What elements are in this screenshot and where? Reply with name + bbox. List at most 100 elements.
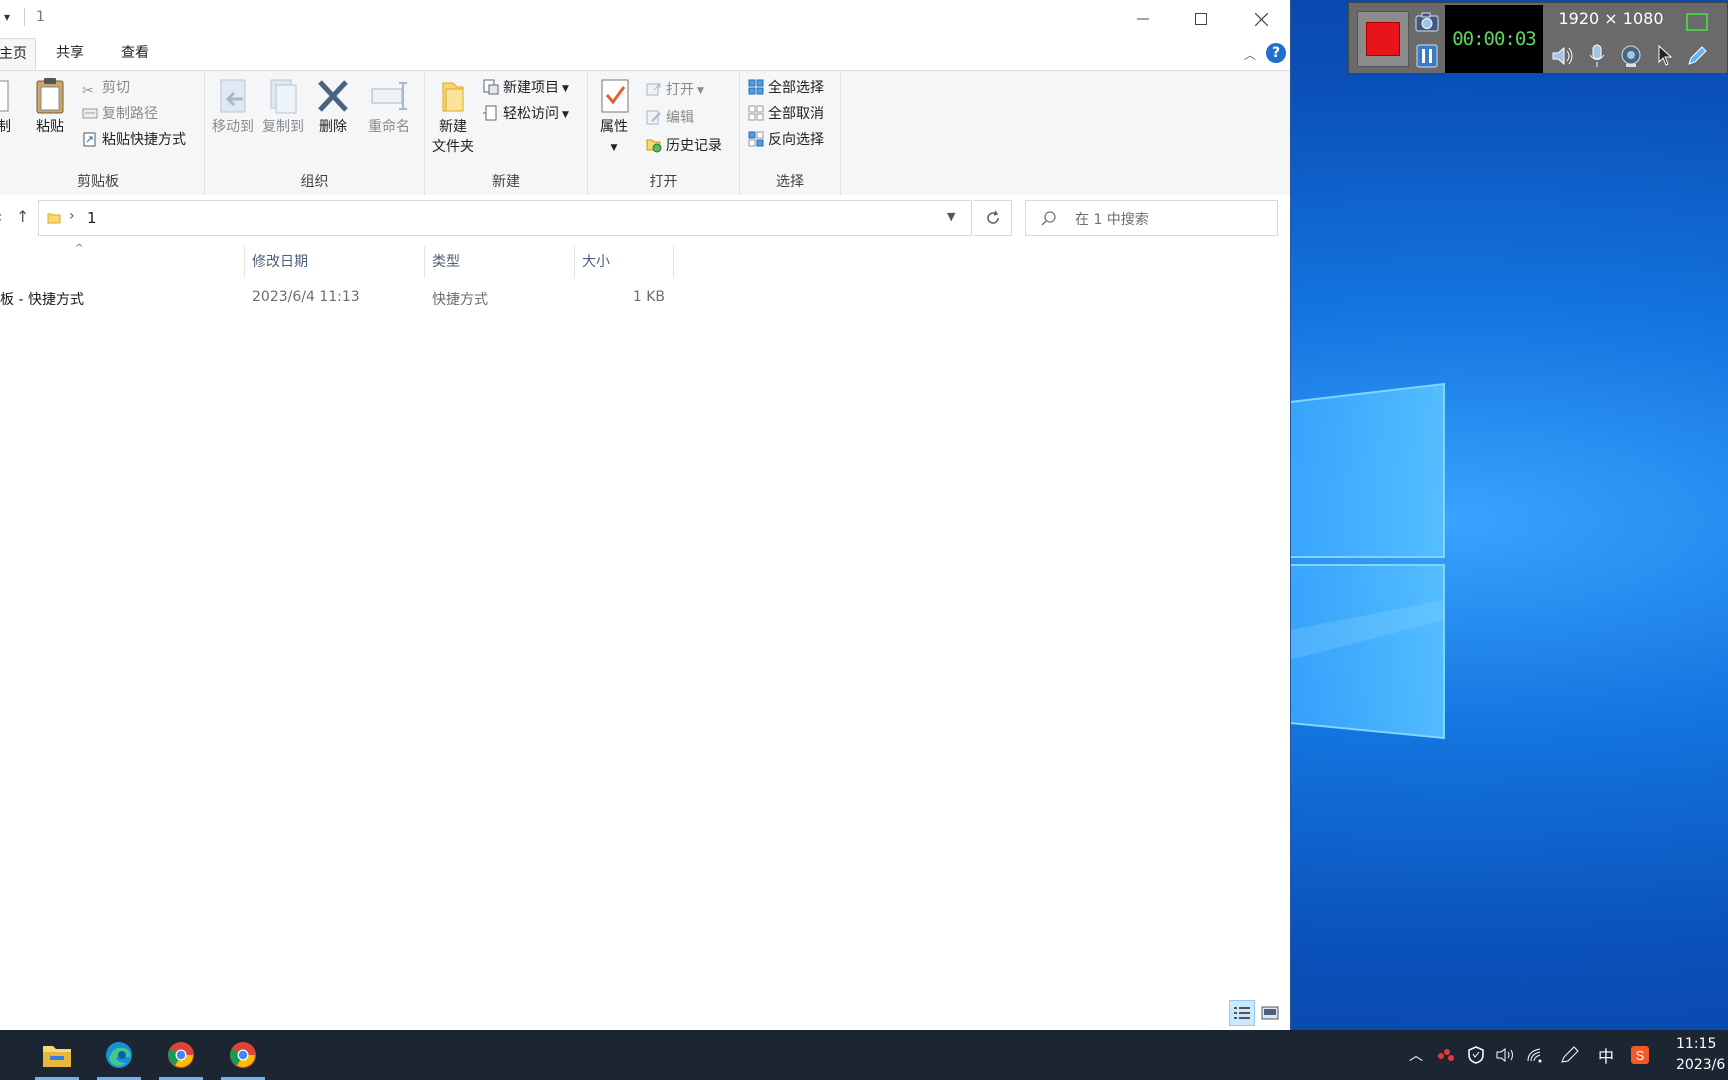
open-button[interactable]: 打开 ▼ <box>646 79 704 101</box>
paste-button[interactable]: 粘贴 <box>32 77 68 137</box>
select-none-button[interactable]: 全部取消 <box>748 103 824 125</box>
maximize-button[interactable] <box>1172 0 1230 38</box>
close-button[interactable] <box>1232 0 1290 38</box>
easy-access-button[interactable]: 轻松访问 ▼ <box>483 103 569 125</box>
tab-home[interactable]: 主页 <box>0 38 36 71</box>
details-view-button[interactable] <box>1229 1000 1255 1026</box>
column-modified[interactable]: 修改日期 <box>252 251 308 271</box>
speaker-toggle[interactable] <box>1548 41 1578 71</box>
volume-icon[interactable] <box>1494 1043 1518 1067</box>
group-label-open: 打开 <box>649 174 678 190</box>
pause-button[interactable] <box>1412 41 1442 71</box>
show-hidden-icons-chevron-icon[interactable]: ︿ <box>1404 1043 1428 1067</box>
refresh-icon <box>986 210 999 224</box>
column-divider[interactable] <box>673 246 674 278</box>
column-divider[interactable] <box>424 246 425 278</box>
group-clipboard: 制 粘贴 ✂剪切 复制路径 粘贴快捷方式 剪贴板 <box>0 71 205 195</box>
cursor-toggle[interactable] <box>1650 41 1680 71</box>
ribbon-tabs: 主页 共享 查看 ︿ ? <box>0 38 1290 71</box>
chrome-icon <box>230 1042 256 1068</box>
collapse-ribbon-icon[interactable]: ︿ <box>1244 46 1256 63</box>
taskbar: ︿ 中 S 11:15 2023/6 <box>0 1030 1728 1080</box>
group-select: 全部选择 全部取消 反向选择 选择 <box>740 71 841 195</box>
breadcrumb-chevron-icon[interactable]: › <box>69 208 75 224</box>
new-item-button[interactable]: 新建项目 ▼ <box>483 77 569 99</box>
address-bar[interactable]: › 1 ▼ <box>38 200 972 236</box>
cut-button[interactable]: ✂ 剪切 <box>82 77 130 99</box>
copy-icon <box>0 80 9 112</box>
sogou-input-icon[interactable]: S <box>1628 1043 1652 1067</box>
webcam-icon <box>1621 45 1641 67</box>
paste-shortcut-button[interactable]: 粘贴快捷方式 <box>82 129 186 151</box>
speaker-icon <box>1552 46 1573 66</box>
camera-icon <box>1415 12 1439 32</box>
address-dropdown-icon[interactable]: ▼ <box>947 210 955 223</box>
column-size[interactable]: 大小 <box>582 251 610 271</box>
delete-button[interactable]: 删除 <box>315 77 351 137</box>
mouse-cursor-icon <box>1658 45 1673 66</box>
column-divider[interactable] <box>574 246 575 278</box>
title-bar: ▾ 1 <box>0 0 1290 38</box>
group-label-clipboard: 剪贴板 <box>77 174 119 190</box>
new-folder-button[interactable]: 新建 文件夹 <box>429 77 477 157</box>
tab-share[interactable]: 共享 <box>48 38 92 70</box>
search-placeholder: 在 1 中搜索 <box>1075 212 1149 228</box>
address-row: ‹ ↑ › 1 ▼ 在 1 中搜索 <box>0 195 1290 240</box>
move-to-button[interactable]: 移动到 <box>209 77 257 137</box>
taskbar-app-chrome[interactable] <box>218 1030 268 1080</box>
select-all-button[interactable]: 全部选择 <box>748 77 824 99</box>
title-separator <box>24 8 25 26</box>
help-icon[interactable]: ? <box>1266 43 1286 63</box>
group-new: 新建 文件夹 新建项目 ▼ 轻松访问 ▼ 新建 <box>425 71 588 195</box>
search-circle-icon <box>0 1045 5 1065</box>
tray-app-red-icon[interactable] <box>1434 1043 1458 1067</box>
large-icons-view-button[interactable] <box>1257 1000 1283 1026</box>
column-divider[interactable] <box>244 246 245 278</box>
draw-toggle[interactable] <box>1682 41 1712 71</box>
new-folder-icon <box>442 82 464 112</box>
screen-recorder-toolbar: 00:00:03 1920 × 1080 <box>1348 2 1728 74</box>
record-stop-button[interactable] <box>1357 11 1409 67</box>
webcam-toggle[interactable] <box>1616 41 1646 71</box>
new-item-icon <box>483 79 499 95</box>
recent-locations-icon[interactable]: ‹ <box>0 207 2 226</box>
recording-resolution: 1920 × 1080 <box>1558 9 1664 28</box>
column-type[interactable]: 类型 <box>432 251 460 271</box>
history-button[interactable]: 历史记录 <box>646 135 722 157</box>
file-explorer-icon <box>43 1046 71 1067</box>
rename-icon <box>371 82 407 110</box>
edit-button[interactable]: 编辑 <box>646 107 694 129</box>
file-name[interactable]: 板 - 快捷方式 <box>0 289 84 309</box>
region-toggle[interactable] <box>1682 7 1712 37</box>
search-icon <box>1041 211 1056 226</box>
edit-pencil-icon <box>646 110 661 125</box>
up-arrow-icon[interactable]: ↑ <box>16 207 29 226</box>
taskbar-clock[interactable]: 11:15 2023/6 <box>1676 1034 1725 1076</box>
breadcrumb-path[interactable]: 1 <box>87 209 97 227</box>
security-shield-icon[interactable] <box>1464 1043 1488 1067</box>
input-method-indicator[interactable]: 中 <box>1594 1043 1618 1067</box>
rename-button[interactable]: 重命名 <box>365 77 413 137</box>
microphone-toggle[interactable] <box>1582 41 1612 71</box>
copy-to-button[interactable]: 复制到 <box>259 77 307 137</box>
taskbar-app-file-explorer[interactable] <box>32 1030 82 1080</box>
minimize-button[interactable] <box>1114 0 1172 38</box>
refresh-button[interactable] <box>974 200 1012 236</box>
invert-selection-button[interactable]: 反向选择 <box>748 129 824 151</box>
search-taskbar-button[interactable] <box>0 1030 12 1080</box>
tab-view[interactable]: 查看 <box>113 38 157 70</box>
file-row[interactable]: 板 - 快捷方式 2023/6/4 11:13 快捷方式 1 KB <box>0 286 680 312</box>
pen-tray-icon[interactable] <box>1558 1043 1582 1067</box>
quick-access-dropdown-icon[interactable]: ▾ <box>4 10 10 24</box>
taskbar-app-chrome[interactable] <box>156 1030 206 1080</box>
taskbar-app-edge[interactable] <box>94 1030 144 1080</box>
search-box[interactable]: 在 1 中搜索 <box>1025 200 1278 236</box>
window-title: 1 <box>36 9 45 25</box>
screenshot-button[interactable] <box>1412 7 1442 37</box>
copy-button[interactable]: 制 <box>0 77 16 137</box>
group-open: 属性 ▼ 打开 ▼ 编辑 历史记录 打开 <box>588 71 740 195</box>
copy-path-button[interactable]: 复制路径 <box>82 103 158 125</box>
network-wifi-icon[interactable] <box>1524 1043 1548 1067</box>
group-label-new: 新建 <box>492 174 520 190</box>
properties-button[interactable]: 属性 ▼ <box>594 77 634 158</box>
